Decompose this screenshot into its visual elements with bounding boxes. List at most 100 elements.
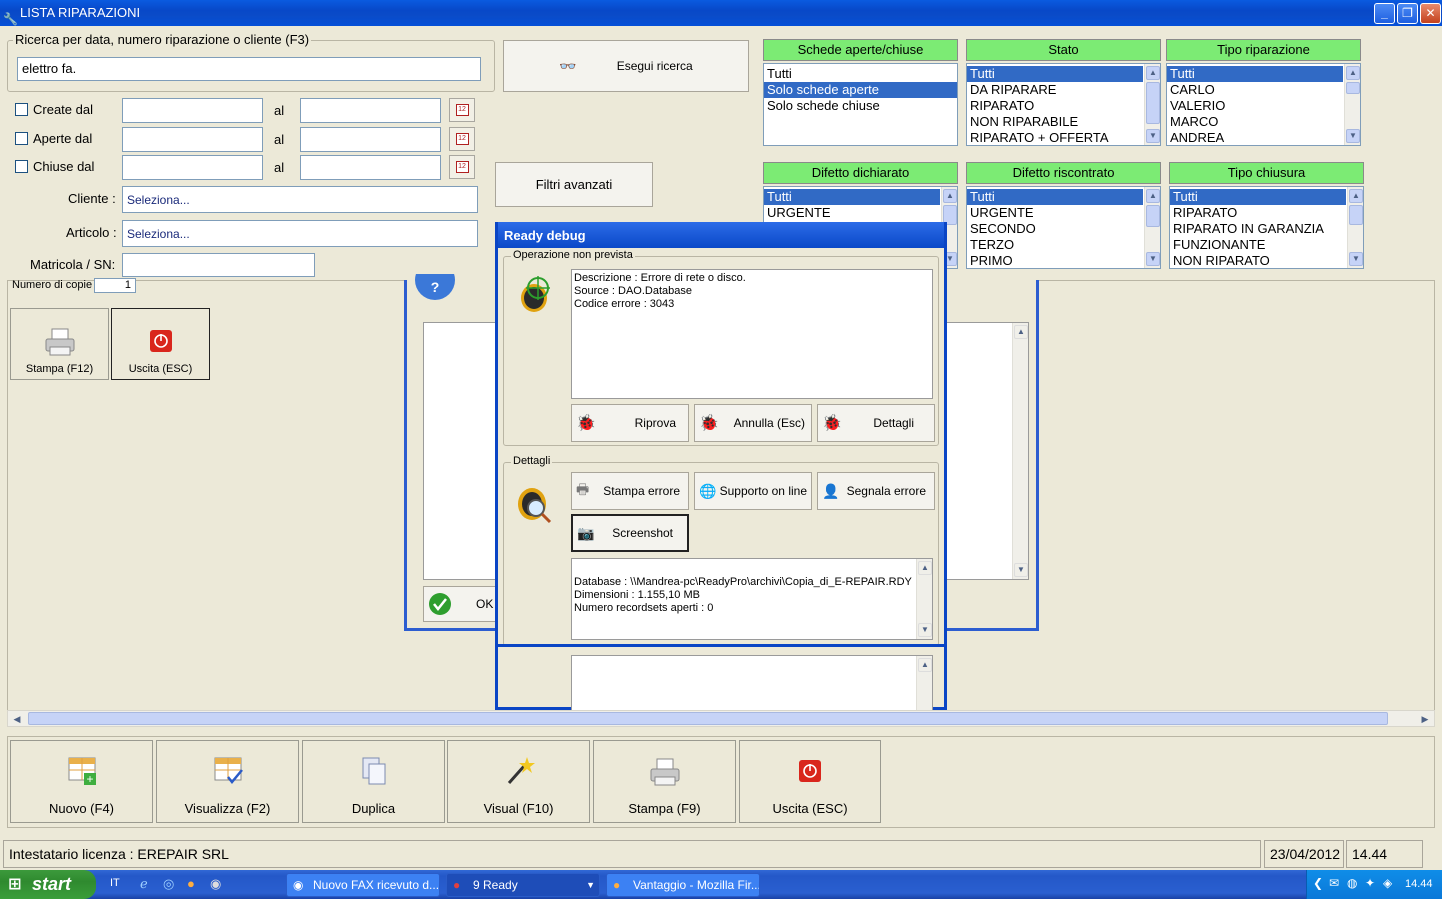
list-item[interactable]: RIPARATO bbox=[1170, 205, 1363, 221]
scroll-left-icon[interactable]: ◀ bbox=[10, 712, 24, 726]
closed-date-to[interactable] bbox=[300, 155, 441, 180]
print-f9-button[interactable]: Stampa (F9) bbox=[593, 740, 736, 823]
visual-button[interactable]: Visual (F10) bbox=[447, 740, 590, 823]
network-icon[interactable]: ◍ bbox=[1347, 876, 1357, 890]
list-item[interactable]: RIPARATO + OFFERTA bbox=[967, 130, 1160, 145]
report-error-button[interactable]: 👤 Segnala errore bbox=[817, 472, 935, 510]
list-item[interactable]: CARLO bbox=[1167, 82, 1360, 98]
exit-esc-button[interactable]: Uscita (ESC) bbox=[111, 308, 210, 380]
closed-date-checkbox[interactable] bbox=[15, 160, 28, 173]
scroll-down-icon[interactable]: ▼ bbox=[1014, 563, 1028, 577]
security-icon[interactable]: ✦ bbox=[1365, 876, 1375, 890]
open-date-checkbox[interactable] bbox=[15, 132, 28, 145]
tipo-chiusura-scrollbar[interactable]: ▲ ▼ bbox=[1347, 187, 1363, 268]
volume-icon[interactable]: ◈ bbox=[1383, 876, 1392, 890]
scroll-thumb[interactable] bbox=[1349, 205, 1363, 225]
scroll-up-icon[interactable]: ▲ bbox=[943, 189, 957, 203]
list-item[interactable]: FUNZIONANTE bbox=[1170, 237, 1363, 253]
screenshot-button[interactable]: 📷 Screenshot bbox=[571, 514, 689, 552]
view-button[interactable]: Visualizza (F2) bbox=[156, 740, 299, 823]
list-item[interactable]: URGENTE bbox=[764, 205, 957, 221]
scroll-down-icon[interactable]: ▼ bbox=[1346, 129, 1360, 143]
start-button[interactable]: ⊞ start bbox=[0, 870, 96, 899]
ie-icon[interactable]: ℯ bbox=[140, 876, 148, 892]
cancel-esc-button[interactable]: 🐞 Annulla (Esc) bbox=[694, 404, 812, 442]
list-item[interactable]: NON RIPARABILE bbox=[967, 114, 1160, 130]
list-item[interactable]: Tutti bbox=[764, 66, 957, 82]
close-button[interactable]: ✕ bbox=[1420, 3, 1441, 24]
message-scrollbar[interactable]: ▲ ▼ bbox=[1012, 323, 1028, 579]
advanced-filters-button[interactable]: Filtri avanzati bbox=[495, 162, 653, 207]
closed-date-from[interactable] bbox=[122, 155, 263, 180]
schede-list[interactable]: Tutti Solo schede aperte Solo schede chi… bbox=[763, 63, 958, 146]
task-firefox[interactable]: ● Vantaggio - Mozilla Fir... bbox=[606, 873, 760, 897]
open-date-calendar-button[interactable]: 12 bbox=[449, 127, 475, 151]
duplicate-button[interactable]: Duplica bbox=[302, 740, 445, 823]
matricola-input[interactable] bbox=[122, 253, 315, 277]
scroll-up-icon[interactable]: ▲ bbox=[1146, 189, 1160, 203]
scroll-up-icon[interactable]: ▲ bbox=[918, 561, 932, 575]
articolo-select[interactable]: Seleziona... bbox=[122, 220, 478, 247]
mail-icon[interactable]: ✉ bbox=[1329, 876, 1339, 890]
scroll-down-icon[interactable]: ▼ bbox=[1146, 129, 1160, 143]
outlook-icon[interactable]: ◎ bbox=[163, 876, 174, 892]
horizontal-scrollbar[interactable]: ◀ ▶ bbox=[7, 710, 1435, 727]
difetto-riscontrato-scrollbar[interactable]: ▲ ▼ bbox=[1144, 187, 1160, 268]
new-button[interactable]: + Nuovo (F4) bbox=[10, 740, 153, 823]
create-date-to[interactable] bbox=[300, 98, 441, 123]
list-item[interactable]: Solo schede aperte bbox=[764, 82, 957, 98]
stato-scrollbar[interactable]: ▲ ▼ bbox=[1144, 64, 1160, 145]
task-ready[interactable]: ● 9 Ready ▼ bbox=[446, 873, 600, 897]
cliente-select[interactable]: Seleziona... bbox=[122, 186, 478, 213]
scroll-thumb[interactable] bbox=[1146, 82, 1160, 124]
print-f12-button[interactable]: Stampa (F12) bbox=[10, 308, 109, 380]
scroll-thumb[interactable] bbox=[1346, 82, 1360, 94]
list-item[interactable]: MARCO bbox=[1167, 114, 1360, 130]
scroll-down-icon[interactable]: ▼ bbox=[1146, 252, 1160, 266]
list-item[interactable]: TERZO bbox=[967, 237, 1160, 253]
scroll-up-icon[interactable]: ▲ bbox=[1014, 325, 1028, 339]
create-date-calendar-button[interactable]: 12 bbox=[449, 98, 475, 122]
list-item[interactable]: URGENTE bbox=[967, 205, 1160, 221]
info-scrollbar[interactable]: ▲ ▼ bbox=[916, 559, 932, 639]
language-indicator[interactable]: IT bbox=[110, 877, 120, 889]
copies-input[interactable]: 1 bbox=[94, 278, 136, 293]
exit-button[interactable]: Uscita (ESC) bbox=[739, 740, 881, 823]
extra-scrollbar[interactable]: ▲ bbox=[916, 656, 932, 714]
closed-date-calendar-button[interactable]: 12 bbox=[449, 155, 475, 179]
restore-button[interactable]: ❐ bbox=[1397, 3, 1418, 24]
tray-expand-icon[interactable]: ❮ bbox=[1313, 876, 1323, 890]
difetto-riscontrato-list[interactable]: Tutti URGENTE SECONDO TERZO PRIMO ▲ ▼ bbox=[966, 186, 1161, 269]
h-scroll-thumb[interactable] bbox=[28, 712, 1388, 725]
list-item[interactable]: Tutti bbox=[1167, 66, 1343, 82]
list-item[interactable]: NON RIPARATO bbox=[1170, 253, 1363, 268]
list-item[interactable]: VALERIO bbox=[1167, 98, 1360, 114]
create-date-from[interactable] bbox=[122, 98, 263, 123]
list-item[interactable]: DA RIPARARE bbox=[967, 82, 1160, 98]
list-item[interactable]: RIPARATO bbox=[967, 98, 1160, 114]
stato-list[interactable]: Tutti DA RIPARARE RIPARATO NON RIPARABIL… bbox=[966, 63, 1161, 146]
tipo-scrollbar[interactable]: ▲ ▼ bbox=[1344, 64, 1360, 145]
scroll-up-icon[interactable]: ▲ bbox=[1349, 189, 1363, 203]
list-item[interactable]: Tutti bbox=[1170, 189, 1346, 205]
retry-button[interactable]: 🐞 Riprova bbox=[571, 404, 689, 442]
execute-search-button[interactable]: 👓 Esegui ricerca bbox=[503, 40, 749, 92]
open-date-from[interactable] bbox=[122, 127, 263, 152]
search-input[interactable]: elettro fa. bbox=[17, 57, 481, 81]
tipo-chiusura-list[interactable]: Tutti RIPARATO RIPARATO IN GARANZIA FUNZ… bbox=[1169, 186, 1364, 269]
scroll-down-icon[interactable]: ▼ bbox=[918, 623, 932, 637]
details-button[interactable]: 🐞 Dettagli bbox=[817, 404, 935, 442]
list-item[interactable]: ANDREA bbox=[1167, 130, 1360, 145]
print-error-button[interactable]: 🖶 Stampa errore bbox=[571, 472, 689, 510]
scroll-up-icon[interactable]: ▲ bbox=[1346, 66, 1360, 80]
task-fax[interactable]: ◉ Nuovo FAX ricevuto d... bbox=[286, 873, 440, 897]
firefox-icon[interactable]: ● bbox=[187, 876, 195, 891]
tipo-list[interactable]: Tutti CARLO VALERIO MARCO ANDREA ▲ ▼ bbox=[1166, 63, 1361, 146]
scroll-up-icon[interactable]: ▲ bbox=[1146, 66, 1160, 80]
open-date-to[interactable] bbox=[300, 127, 441, 152]
list-item[interactable]: SECONDO bbox=[967, 221, 1160, 237]
list-item[interactable]: Tutti bbox=[967, 189, 1143, 205]
scroll-right-icon[interactable]: ▶ bbox=[1418, 712, 1432, 726]
list-item[interactable]: PRIMO bbox=[967, 253, 1160, 268]
list-item[interactable]: RIPARATO IN GARANZIA bbox=[1170, 221, 1363, 237]
